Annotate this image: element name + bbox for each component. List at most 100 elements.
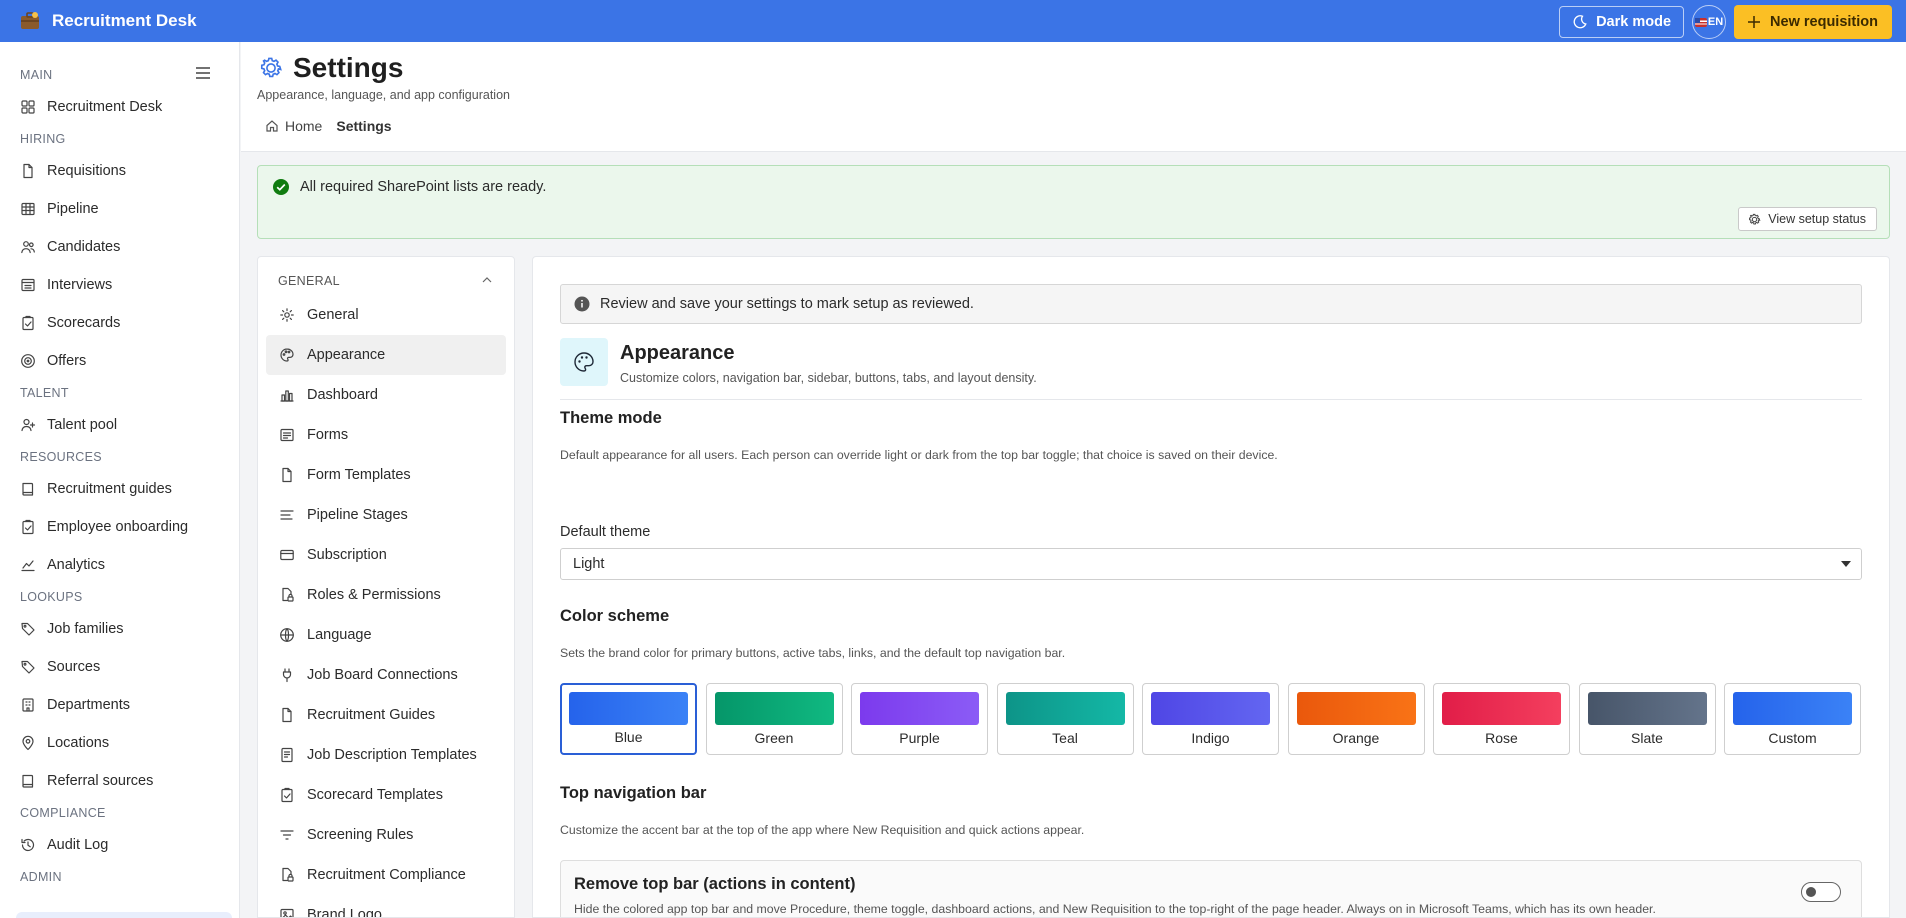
color-option-label: Rose bbox=[1485, 730, 1518, 746]
color-option-blue[interactable]: Blue bbox=[560, 683, 697, 755]
color-chip bbox=[1005, 692, 1125, 725]
color-chip bbox=[1296, 692, 1416, 725]
sidebar-item-departments[interactable]: Departments bbox=[0, 686, 239, 724]
settings-nav-scorecard-templates[interactable]: Scorecard Templates bbox=[266, 775, 506, 815]
sidebar-nav: MAIN Recruitment Desk HIRING Requisitions Pi… bbox=[0, 42, 239, 890]
settings-nav-job-description-templates[interactable]: Job Description Templates bbox=[266, 735, 506, 775]
settings-nav-form-templates[interactable]: Form Templates bbox=[266, 455, 506, 495]
color-option-orange[interactable]: Orange bbox=[1287, 683, 1425, 755]
sidebar-item-job-families[interactable]: Job families bbox=[0, 610, 239, 648]
theme-mode-description: Default appearance for all users. Each p… bbox=[560, 448, 1278, 462]
sidebar-item-recruitment-guides[interactable]: Recruitment guides bbox=[0, 470, 239, 508]
sidebar-item-pipeline[interactable]: Pipeline bbox=[0, 190, 239, 228]
color-chip bbox=[1442, 692, 1561, 725]
settings-nav-recruitment-guides[interactable]: Recruitment Guides bbox=[266, 695, 506, 735]
settings-nav-pipeline-stages[interactable]: Pipeline Stages bbox=[266, 495, 506, 535]
sidebar-active-item[interactable] bbox=[16, 912, 232, 918]
form-icon bbox=[280, 428, 294, 442]
home-icon bbox=[266, 120, 278, 132]
calendar-list-icon bbox=[21, 278, 35, 292]
sidebar-item-label: Employee onboarding bbox=[47, 519, 189, 535]
settings-nav-label: Form Templates bbox=[307, 467, 411, 483]
section-title: Appearance bbox=[620, 342, 735, 364]
sidebar-item-employee-onboarding[interactable]: Employee onboarding bbox=[0, 508, 239, 546]
sidebar-item-label: Recruitment guides bbox=[47, 481, 172, 497]
settings-nav-label: Recruitment Guides bbox=[307, 707, 436, 723]
sidebar-item-scorecards[interactable]: Scorecards bbox=[0, 304, 239, 342]
sidebar-item-sources[interactable]: Sources bbox=[0, 648, 239, 686]
sidebar-item-label: Talent pool bbox=[47, 417, 118, 433]
breadcrumb-home[interactable]: Home bbox=[285, 118, 322, 134]
settings-nav-label: Language bbox=[307, 627, 372, 643]
remove-top-bar-title: Remove top bar (actions in content) bbox=[574, 875, 856, 893]
sidebar-item-label: Audit Log bbox=[47, 837, 109, 853]
sidebar-section-label: COMPLIANCE bbox=[20, 806, 106, 820]
settings-nav-label: Screening Rules bbox=[307, 827, 414, 843]
settings-nav-job-board-connections[interactable]: Job Board Connections bbox=[266, 655, 506, 695]
info-bar: Review and save your settings to mark se… bbox=[560, 284, 1862, 324]
settings-nav-language[interactable]: Language bbox=[266, 615, 506, 655]
sidebar-item-interviews[interactable]: Interviews bbox=[0, 266, 239, 304]
settings-nav-roles-and-permissions[interactable]: Roles & Permissions bbox=[266, 575, 506, 615]
color-option-green[interactable]: Green bbox=[705, 683, 843, 755]
new-requisition-button[interactable]: New requisition bbox=[1734, 5, 1892, 39]
view-setup-status-button[interactable]: View setup status bbox=[1738, 207, 1877, 231]
sidebar-item-requisitions[interactable]: Requisitions bbox=[0, 152, 239, 190]
settings-nav-appearance[interactable]: Appearance bbox=[266, 335, 506, 375]
sidebar-item-audit-log[interactable]: Audit Log bbox=[0, 826, 239, 864]
plus-icon bbox=[1748, 16, 1761, 28]
color-option-custom[interactable]: Custom bbox=[1724, 683, 1861, 755]
color-scheme-description: Sets the brand color for primary buttons… bbox=[560, 646, 1066, 660]
color-chip bbox=[714, 692, 834, 725]
setup-status-banner: All required SharePoint lists are ready.… bbox=[257, 165, 1890, 239]
sidebar-item-offers[interactable]: Offers bbox=[0, 342, 239, 380]
info-icon bbox=[574, 296, 590, 312]
color-option-rose[interactable]: Rose bbox=[1433, 683, 1570, 755]
settings-content: Review and save your settings to mark se… bbox=[532, 256, 1890, 918]
building-icon bbox=[22, 698, 34, 712]
sidebar-item-referral-sources[interactable]: Referral sources bbox=[0, 762, 239, 800]
dark-mode-button[interactable]: Dark mode bbox=[1559, 6, 1685, 38]
filter-icon bbox=[280, 830, 294, 840]
color-option-teal[interactable]: Teal bbox=[996, 683, 1134, 755]
target-icon bbox=[21, 354, 35, 368]
sidebar-item-analytics[interactable]: Analytics bbox=[0, 546, 239, 584]
sidebar-item-talent-pool[interactable]: Talent pool bbox=[0, 406, 239, 444]
sidebar-item-locations[interactable]: Locations bbox=[0, 724, 239, 762]
settings-nav-forms[interactable]: Forms bbox=[266, 415, 506, 455]
settings-nav-subscription[interactable]: Subscription bbox=[266, 535, 506, 575]
color-option-label: Custom bbox=[1768, 730, 1817, 746]
settings-nav: GENERAL General Appearance Dashboard Forms F… bbox=[257, 256, 515, 918]
remove-top-bar-toggle[interactable] bbox=[1801, 882, 1841, 902]
default-theme-select[interactable]: Light bbox=[560, 548, 1862, 580]
people-icon bbox=[21, 241, 35, 254]
hamburger-icon[interactable] bbox=[195, 66, 211, 80]
color-option-purple[interactable]: Purple bbox=[851, 683, 988, 755]
settings-nav-brand-logo[interactable]: Brand Logo bbox=[266, 895, 506, 917]
language-button[interactable]: EN bbox=[1692, 5, 1727, 39]
book-icon bbox=[22, 482, 34, 496]
settings-nav-label: Pipeline Stages bbox=[307, 507, 408, 523]
sidebar-item-candidates[interactable]: Candidates bbox=[0, 228, 239, 266]
clipboard-check-icon bbox=[22, 315, 34, 331]
sidebar-item-label: Analytics bbox=[47, 557, 106, 573]
globe-icon bbox=[280, 628, 294, 642]
sidebar-item-label: Offers bbox=[47, 353, 87, 369]
sidebar-item-recruitment-desk[interactable]: Recruitment Desk bbox=[0, 88, 239, 126]
theme-mode-title: Theme mode bbox=[560, 409, 662, 427]
settings-group-label: GENERAL bbox=[278, 274, 340, 288]
settings-nav-general[interactable]: General bbox=[266, 295, 506, 335]
settings-nav-screening-rules[interactable]: Screening Rules bbox=[266, 815, 506, 855]
color-option-indigo[interactable]: Indigo bbox=[1142, 683, 1279, 755]
brand[interactable]: Recruitment Desk bbox=[18, 9, 197, 33]
page-header: Settings Appearance, language, and app c… bbox=[241, 42, 1906, 152]
tag-icon bbox=[21, 660, 35, 674]
settings-nav-dashboard[interactable]: Dashboard bbox=[266, 375, 506, 415]
settings-nav-label: Job Board Connections bbox=[307, 667, 458, 683]
palette-icon bbox=[560, 338, 608, 386]
chevron-up-icon[interactable] bbox=[482, 277, 492, 283]
color-option-slate[interactable]: Slate bbox=[1578, 683, 1716, 755]
banner-message: All required SharePoint lists are ready. bbox=[300, 179, 547, 195]
briefcase-logo-icon bbox=[21, 12, 39, 29]
settings-nav-recruitment-compliance[interactable]: Recruitment Compliance bbox=[266, 855, 506, 895]
